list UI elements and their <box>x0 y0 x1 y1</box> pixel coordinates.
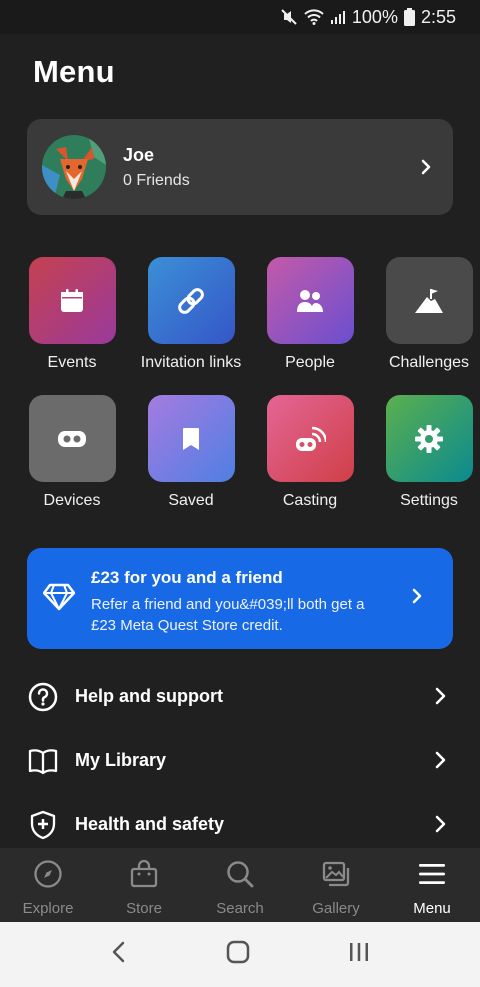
android-system-nav <box>0 922 480 987</box>
calendar-icon <box>28 257 116 344</box>
tile-devices[interactable]: Devices <box>12 395 132 510</box>
bookmark-icon <box>147 395 235 482</box>
nav-label: Explore <box>22 900 74 917</box>
chevron-right-icon <box>411 588 423 609</box>
nav-menu[interactable]: Menu <box>384 848 480 922</box>
mute-icon <box>280 8 298 26</box>
nav-label: Search <box>216 900 264 917</box>
battery-icon <box>403 8 415 26</box>
link-icon <box>147 257 235 344</box>
chevron-right-icon <box>434 751 446 774</box>
promo-body: Refer a friend and you&#039;ll both get … <box>91 596 365 634</box>
list-item-label: My Library <box>75 750 167 770</box>
nav-store[interactable]: Store <box>96 848 192 922</box>
nav-label: Gallery <box>312 900 360 917</box>
tile-label: Invitation links <box>140 354 242 371</box>
tile-settings[interactable]: Settings <box>369 395 480 510</box>
home-icon[interactable] <box>226 940 250 969</box>
tile-label: Devices <box>43 492 101 509</box>
tile-label: Settings <box>400 492 458 509</box>
gear-icon <box>385 395 473 482</box>
mountain-flag-icon <box>385 257 473 344</box>
list-item-my-library[interactable]: My Library <box>0 734 480 790</box>
diamond-icon <box>42 583 76 616</box>
list-item-label: Health and safety <box>75 814 225 834</box>
people-icon <box>266 257 354 344</box>
shopping-bag-icon <box>129 859 159 894</box>
chevron-right-icon <box>434 687 446 710</box>
vr-headset-icon <box>28 395 116 482</box>
tile-label: Saved <box>168 492 214 509</box>
signal-icon <box>330 9 346 25</box>
casting-icon <box>266 395 354 482</box>
question-circle-icon <box>28 682 58 712</box>
chevron-right-icon <box>434 815 446 838</box>
tile-saved[interactable]: Saved <box>131 395 251 510</box>
back-icon[interactable] <box>109 940 129 969</box>
book-icon <box>28 746 58 776</box>
search-icon <box>225 859 255 894</box>
tile-label: Casting <box>282 492 338 509</box>
list-item-health-and-safety[interactable]: Health and safety <box>0 798 480 848</box>
menu-screen: Menu Joe 0 Friends Events Invitation lin… <box>0 34 480 848</box>
tile-label: People <box>285 354 335 371</box>
tile-label: Challenges <box>388 354 470 371</box>
profile-friends-count: 0 Friends <box>123 171 190 189</box>
profile-card[interactable]: Joe 0 Friends <box>27 119 453 215</box>
compass-icon <box>33 859 63 894</box>
page-title: Menu <box>33 54 115 89</box>
tile-events[interactable]: Events <box>12 257 132 372</box>
tile-label: Events <box>47 354 97 371</box>
profile-name: Joe <box>123 144 155 165</box>
recents-icon[interactable] <box>347 940 371 969</box>
tile-people[interactable]: People <box>250 257 370 372</box>
nav-search[interactable]: Search <box>192 848 288 922</box>
tile-casting[interactable]: Casting <box>250 395 370 510</box>
shield-plus-icon <box>28 810 58 840</box>
bottom-nav: Explore Store Search Gallery Menu <box>0 848 480 922</box>
promo-title: £23 for you and a friend <box>91 568 283 587</box>
referral-promo-banner[interactable]: £23 for you and a friend Refer a friend … <box>27 548 453 649</box>
list-item-help-and-support[interactable]: Help and support <box>0 670 480 726</box>
nav-gallery[interactable]: Gallery <box>288 848 384 922</box>
clock: 2:55 <box>420 6 456 27</box>
chevron-right-icon <box>399 159 453 175</box>
hamburger-menu-icon <box>417 859 447 894</box>
avatar <box>42 135 106 199</box>
nav-explore[interactable]: Explore <box>0 848 96 922</box>
wifi-icon <box>304 9 324 25</box>
status-bar: 100% 2:55 <box>0 0 480 34</box>
nav-label: Store <box>126 900 162 917</box>
gallery-icon <box>321 859 351 894</box>
tile-invitation-links[interactable]: Invitation links <box>131 257 251 372</box>
nav-label: Menu <box>413 900 451 917</box>
list-item-label: Help and support <box>75 686 223 706</box>
tile-challenges[interactable]: Challenges <box>369 257 480 372</box>
battery-percent: 100% <box>351 6 398 27</box>
